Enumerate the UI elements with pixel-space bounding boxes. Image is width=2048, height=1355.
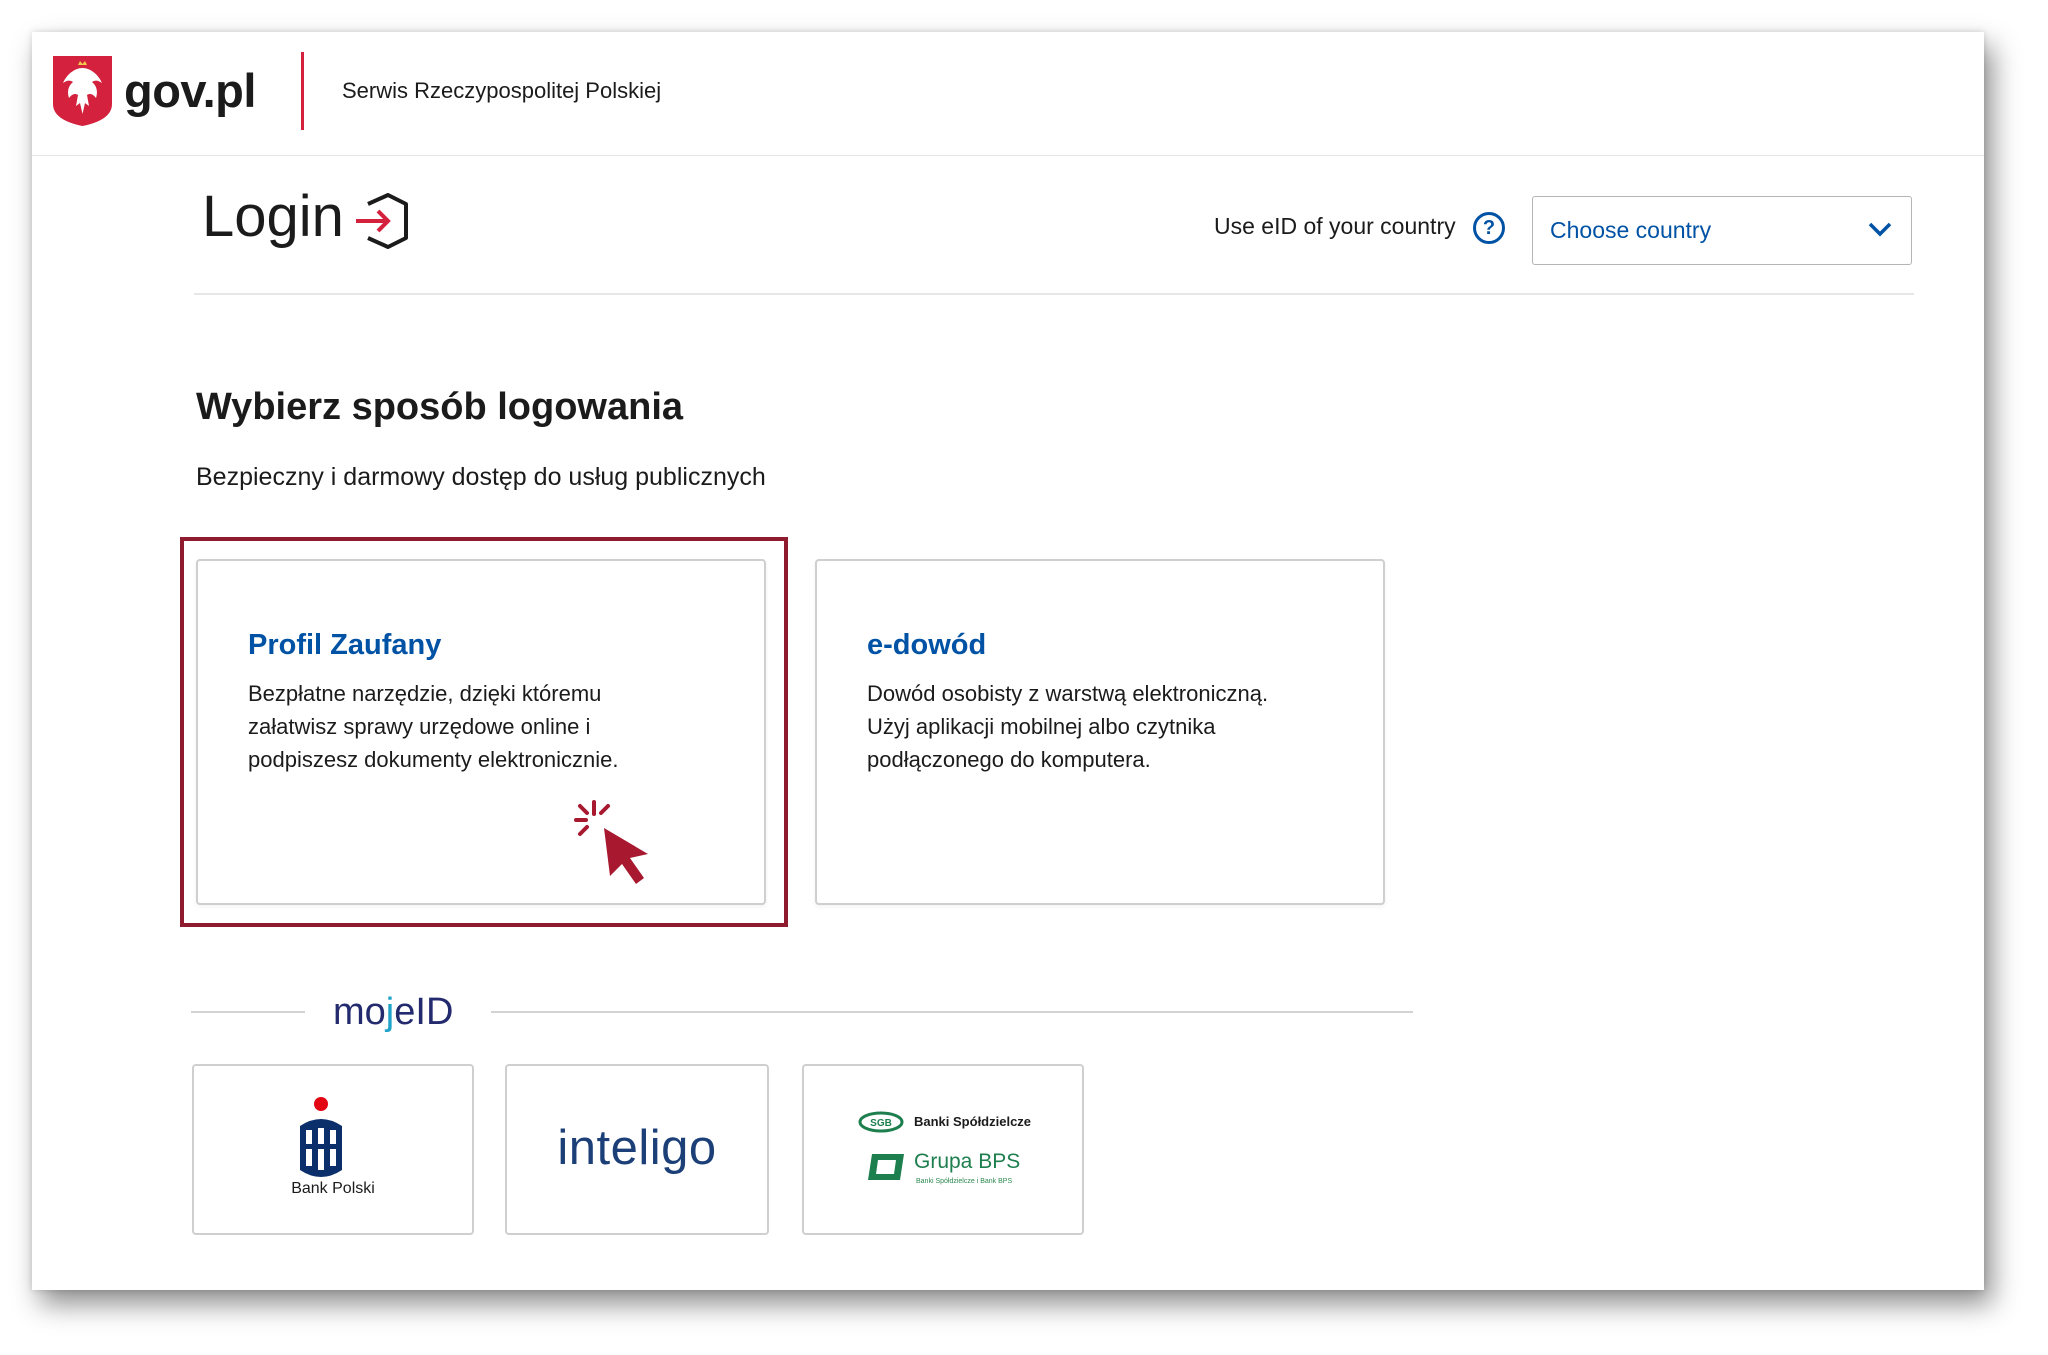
sgb-logo: SGB	[858, 1111, 904, 1133]
header-divider	[301, 52, 304, 130]
svg-text:SGB: SGB	[870, 1118, 892, 1129]
service-name: Serwis Rzeczypospolitej Polskiej	[342, 78, 662, 103]
inteligo-button[interactable]: inteligo	[505, 1064, 769, 1235]
card-description: Bezpłatne narzędzie, dzięki któremu zała…	[248, 681, 619, 772]
mojeid-logo: mojeID	[333, 991, 454, 1033]
polish-eagle-emblem-icon[interactable]	[53, 56, 112, 126]
bank-name: Banki Spółdzielcze	[914, 1114, 1032, 1129]
card-title: e-dowód	[867, 629, 987, 661]
login-arrow-icon	[356, 193, 408, 249]
profil-zaufany-card[interactable]: Profil Zaufany Bezpłatne narzędzie, dzię…	[196, 559, 766, 905]
click-cursor-icon	[574, 800, 648, 884]
brand-logo[interactable]: gov.pl	[124, 62, 256, 120]
section-subtitle: Bezpieczny i darmowy dostęp do usług pub…	[196, 463, 766, 491]
question-icon[interactable]: ?	[1473, 212, 1505, 244]
bps-logo	[868, 1154, 904, 1180]
country-select-value: Choose country	[1550, 217, 1712, 243]
page-title: Login	[202, 184, 344, 249]
browser-window: gov.pl Serwis Rzeczypospolitej Polskiej …	[32, 32, 1984, 1290]
inteligo-logo: inteligo	[557, 1121, 717, 1175]
divider	[191, 1011, 305, 1013]
site-header: gov.pl Serwis Rzeczypospolitej Polskiej	[32, 32, 1984, 156]
bank-subname: Grupa BPS	[914, 1150, 1021, 1173]
bank-tagline: Banki Spółdzielcze i Bank BPS	[916, 1178, 1013, 1185]
pko-bank-polski-logo	[300, 1097, 342, 1177]
pko-bank-button[interactable]: Bank Polski	[192, 1064, 474, 1235]
e-dowod-card[interactable]: e-dowód Dowód osobisty z warstwą elektro…	[815, 559, 1385, 905]
divider	[491, 1011, 1413, 1013]
divider	[194, 293, 1914, 295]
card-title: Profil Zaufany	[248, 629, 442, 661]
country-select[interactable]: Choose country	[1532, 196, 1912, 265]
bank-name: Bank Polski	[291, 1180, 375, 1197]
grupa-bps-button[interactable]: SGB Banki Spółdzielcze Grupa BPS Banki S…	[802, 1064, 1084, 1235]
section-title: Wybierz sposób logowania	[196, 386, 684, 428]
chevron-down-icon	[1868, 222, 1892, 237]
card-description: Dowód osobisty z warstwą elektroniczną. …	[867, 681, 1269, 772]
eid-label: Use eID of your country	[1214, 213, 1456, 239]
